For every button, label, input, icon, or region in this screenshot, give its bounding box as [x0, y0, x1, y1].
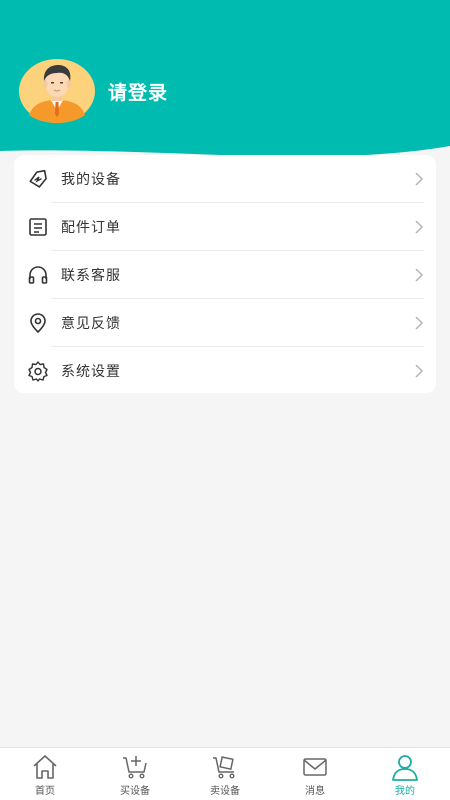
chevron-right-icon — [415, 316, 424, 330]
chevron-right-icon — [415, 172, 424, 186]
tab-label: 我的 — [395, 786, 415, 797]
tab-messages[interactable]: 消息 — [270, 748, 360, 800]
menu-item-label: 意见反馈 — [61, 316, 121, 332]
chevron-right-icon — [415, 364, 424, 378]
user-icon — [392, 755, 418, 781]
tab-label: 首页 — [35, 786, 55, 797]
device-tag-icon — [29, 169, 47, 188]
chevron-right-icon — [415, 220, 424, 234]
tab-label: 消息 — [305, 786, 325, 797]
tab-label: 买设备 — [120, 786, 150, 797]
profile-header: 请登录 — [0, 0, 450, 170]
user-avatar-icon — [19, 59, 95, 123]
menu-card: 我的设备 配件订单 联系客服 意见反馈 系统设置 — [14, 155, 436, 393]
tab-mine[interactable]: 我的 — [360, 748, 450, 800]
menu-item-label: 配件订单 — [61, 220, 121, 236]
chevron-right-icon — [415, 268, 424, 282]
home-icon — [33, 755, 57, 779]
sell-cart-icon — [213, 756, 235, 779]
bottom-tab-bar: 首页 买设备 卖设备 消息 我的 — [0, 747, 450, 800]
avatar[interactable] — [19, 59, 95, 123]
cart-plus-icon — [123, 756, 147, 779]
menu-item-feedback[interactable]: 意见反馈 — [14, 299, 436, 347]
order-list-icon — [29, 218, 47, 236]
menu-item-settings[interactable]: 系统设置 — [14, 347, 436, 395]
menu-item-label: 我的设备 — [61, 172, 121, 188]
tab-sell-equipment[interactable]: 卖设备 — [180, 748, 270, 800]
tab-label: 卖设备 — [210, 786, 240, 797]
gear-icon — [28, 361, 48, 382]
menu-item-contact-support[interactable]: 联系客服 — [14, 251, 436, 299]
mail-icon — [303, 758, 327, 776]
menu-item-my-devices[interactable]: 我的设备 — [14, 155, 436, 203]
login-prompt[interactable]: 请登录 — [108, 78, 168, 105]
tab-home[interactable]: 首页 — [0, 748, 90, 800]
headset-icon — [28, 266, 48, 284]
menu-item-parts-orders[interactable]: 配件订单 — [14, 203, 436, 251]
location-pin-icon — [30, 313, 46, 334]
menu-item-label: 系统设置 — [61, 364, 121, 380]
menu-item-label: 联系客服 — [61, 268, 121, 284]
tab-buy-equipment[interactable]: 买设备 — [90, 748, 180, 800]
